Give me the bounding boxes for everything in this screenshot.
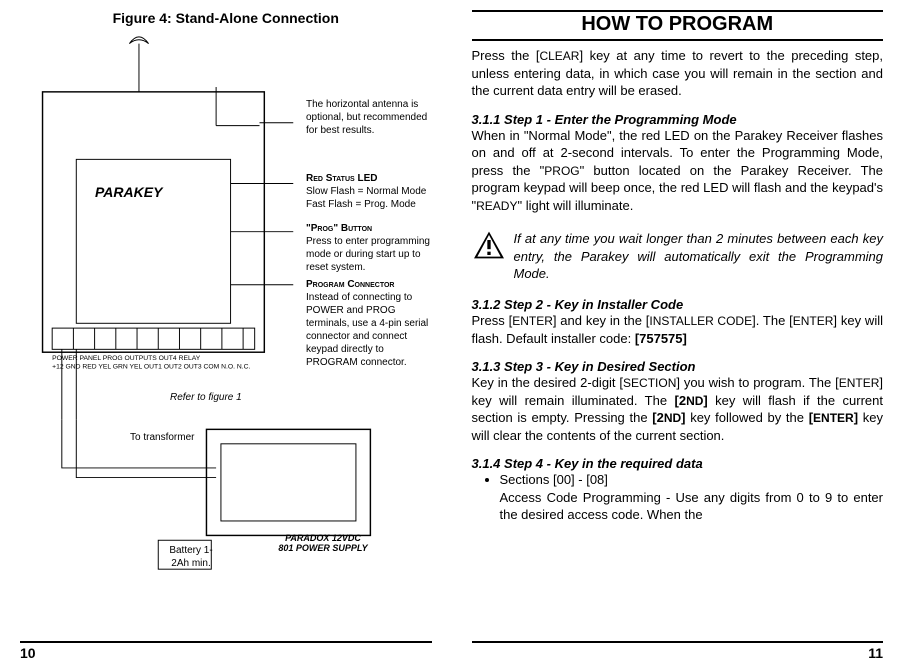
warning-text: If at any time you wait longer than 2 mi…	[514, 230, 884, 283]
callout-conn-body: Instead of connecting to POWER and PROG …	[306, 291, 436, 369]
figure-title: Figure 4: Stand-Alone Connection	[20, 10, 432, 26]
step3-heading: 3.1.3 Step 3 - Key in Desired Section	[472, 359, 884, 374]
section-header: HOW TO PROGRAM	[472, 10, 884, 41]
callout-prog-body: Press to enter programming mode or durin…	[306, 235, 436, 274]
step3-body: Key in the desired 2-digit [SECTION] you…	[472, 374, 884, 444]
page-number-left: 10	[20, 641, 432, 661]
page-left: Figure 4: Stand-Alone Connection	[0, 0, 452, 669]
svg-text:+12 GND RED YEL GRN YEL OUT1 O: +12 GND RED YEL GRN YEL OUT1 OUT2 OUT3 C…	[52, 364, 250, 371]
page-number-right: 11	[472, 641, 884, 661]
refer-figure-1: Refer to figure 1	[170, 392, 242, 403]
step4-bullet-body: Access Code Programming - Use any digits…	[500, 489, 884, 524]
callout-conn-title: Program Connector	[306, 278, 436, 291]
step4-heading: 3.1.4 Step 4 - Key in the required data	[472, 456, 884, 471]
to-transformer-label: To transformer	[130, 432, 194, 443]
warning-icon	[472, 230, 506, 263]
step4-bullets: Sections [00] - [08]	[500, 471, 884, 489]
callout-led-body: Slow Flash = Normal Mode Fast Flash = Pr…	[306, 185, 436, 211]
page-right: HOW TO PROGRAM Press the [CLEAR] key at …	[452, 0, 903, 669]
callout-program-connector: Program Connector Instead of connecting …	[306, 278, 436, 369]
psu-line1: PARADOX 12VDC	[285, 533, 361, 543]
brand-label: PARAKEY	[95, 184, 162, 200]
step2-body: Press [ENTER] and key in the [INSTALLER …	[472, 312, 884, 347]
warning-block: If at any time you wait longer than 2 mi…	[472, 230, 884, 283]
battery-label: Battery 1-2Ah min.	[166, 544, 216, 570]
callout-prog-button: "Prog" Button Press to enter programming…	[306, 222, 436, 274]
step1-body: When in "Normal Mode", the red LED on th…	[472, 127, 884, 215]
figure-diagram: POWER PANEL PROG OUTPUTS OUT4 RELAY +12 …	[20, 34, 432, 641]
svg-text:POWER PANEL PROG OUTPUTS: POWER PANEL PROG OUTPUTS OUT4 RELAY	[52, 355, 201, 362]
step1-heading: 3.1.1 Step 1 - Enter the Programming Mod…	[472, 112, 884, 127]
step2-heading: 3.1.2 Step 2 - Key in Installer Code	[472, 297, 884, 312]
default-installer-code: [757575]	[635, 331, 687, 346]
callout-prog-title: "Prog" Button	[306, 222, 436, 235]
callout-status-led: Red Status LED Slow Flash = Normal Mode …	[306, 172, 436, 211]
intro-paragraph: Press the [CLEAR] key at any time to rev…	[472, 47, 884, 100]
callout-led-title: Red Status LED	[306, 172, 436, 185]
callout-antenna: The horizontal antenna is optional, but …	[306, 98, 436, 137]
step4-bullet-1: Sections [00] - [08]	[500, 471, 884, 489]
psu-label: PARADOX 12VDC 801 POWER SUPPLY	[268, 534, 378, 554]
psu-line2: 801 POWER SUPPLY	[278, 543, 367, 553]
